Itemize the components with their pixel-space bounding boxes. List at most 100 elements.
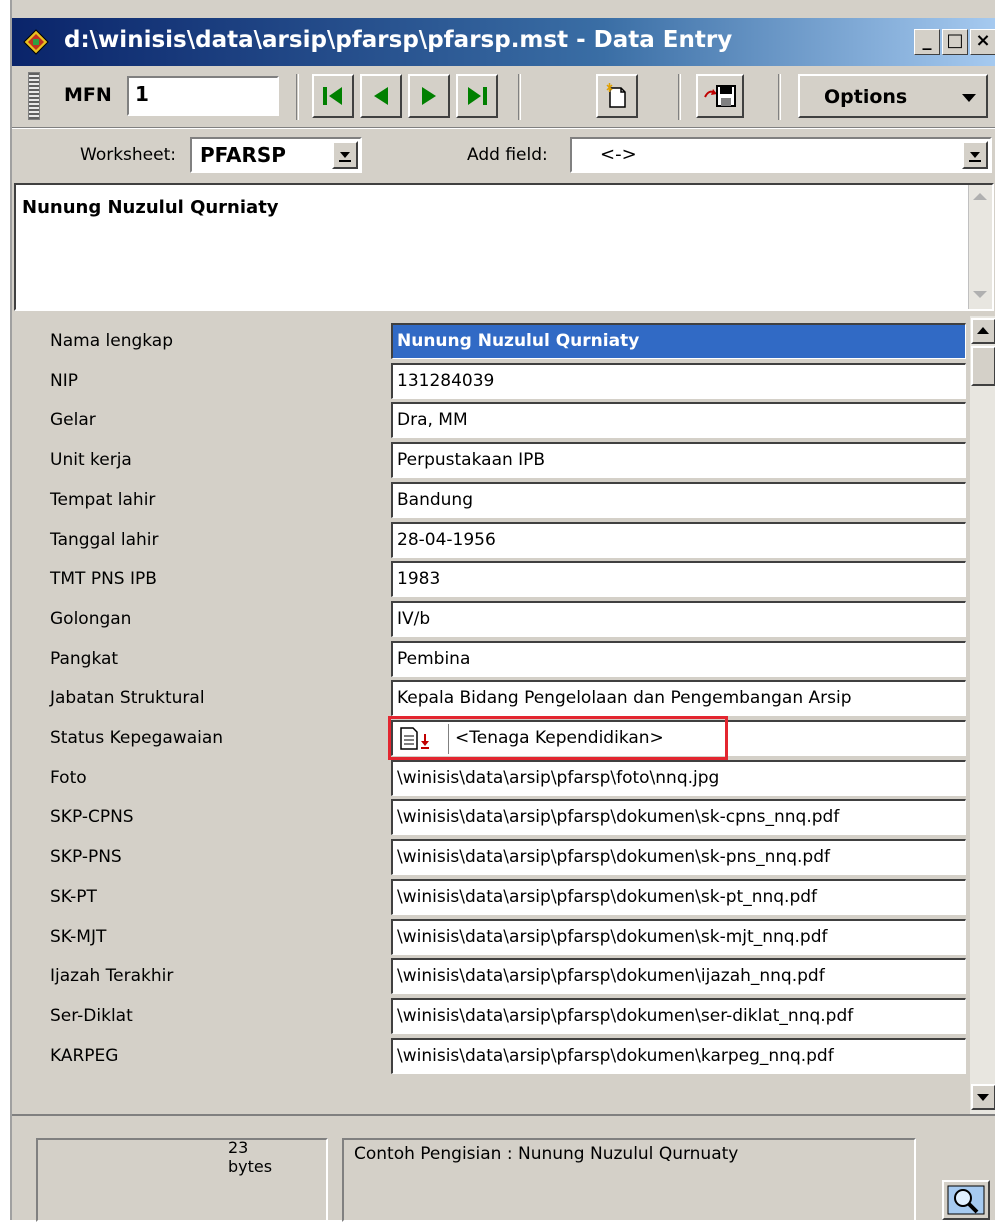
field-label: Nama lengkap: [50, 331, 174, 351]
record-display-text: Nunung Nuzulul Qurniaty: [22, 197, 279, 218]
field-input[interactable]: \winisis\data\arsip\pfarsp\dokumen\ijaza…: [391, 958, 966, 995]
field-label: Pangkat: [50, 648, 119, 669]
save-record-button[interactable]: [696, 74, 744, 118]
record-size: 23 bytes: [228, 1138, 272, 1176]
last-record-button[interactable]: [456, 74, 498, 118]
scroll-thumb[interactable]: [971, 346, 995, 386]
next-record-button[interactable]: [408, 74, 450, 118]
close-button[interactable]: ×: [970, 29, 995, 55]
scroll-up-button[interactable]: [971, 318, 995, 344]
toolbar-separator: [296, 74, 299, 120]
zoom-button[interactable]: [942, 1180, 990, 1220]
field-label: NIP: [50, 370, 78, 391]
scroll-up-icon: [977, 327, 989, 334]
field-value: <Tenaga Kependidikan>: [455, 728, 664, 748]
scroll-down-icon[interactable]: [973, 291, 987, 298]
field-list: Nama lengkap Nunung Nuzulul Qurniaty NIP 13…: [12, 316, 970, 1114]
field-hint-text: Contoh Pengisian : Nunung Nuzulul Qurnua…: [354, 1144, 739, 1164]
field-input[interactable]: \winisis\data\arsip\pfarsp\foto\nnq.jpg: [391, 759, 966, 796]
field-label: Foto: [50, 767, 87, 788]
field-input[interactable]: 131284039: [391, 362, 966, 399]
options-label: Options: [824, 86, 908, 108]
field-label: TMT PNS IPB: [50, 569, 157, 590]
field-label: SKP-CPNS: [50, 807, 134, 828]
data-entry-window: d:\winisis\data\arsip\pfarsp\pfarsp.mst …: [10, 0, 995, 1222]
add-field-dropdown-icon[interactable]: [962, 141, 988, 169]
first-record-button[interactable]: [312, 74, 354, 118]
winisis-app-icon: [23, 29, 49, 55]
field-input[interactable]: Bandung: [391, 481, 966, 518]
field-label: SK-PT: [50, 886, 97, 907]
field-label: Tempat lahir: [50, 489, 156, 510]
record-size-count: 23: [228, 1138, 249, 1157]
chevron-down-icon: [962, 94, 976, 102]
field-label: Status Kepegawaian: [50, 728, 224, 748]
last-record-icon: [468, 87, 487, 105]
display-scrollbar[interactable]: [968, 185, 992, 309]
field-input[interactable]: 28-04-1956: [391, 521, 966, 558]
field-label: Unit kerja: [50, 450, 132, 471]
field-input[interactable]: \winisis\data\arsip\pfarsp\dokumen\sk-pt…: [391, 878, 966, 915]
first-record-icon: [323, 87, 342, 105]
field-input[interactable]: Kepala Bidang Pengelolaan dan Pengembang…: [391, 680, 966, 717]
magnifier-icon: [947, 1185, 985, 1215]
worksheet-row: Worksheet: PFARSP Add field: <->: [12, 128, 995, 180]
field-input[interactable]: \winisis\data\arsip\pfarsp\dokumen\sk-pn…: [391, 839, 966, 876]
field-input[interactable]: \winisis\data\arsip\pfarsp\dokumen\sk-mj…: [391, 918, 966, 955]
field-list-scrollbar[interactable]: [970, 316, 995, 1114]
minimize-button[interactable]: _: [914, 29, 940, 55]
field-label: Golongan: [50, 608, 132, 629]
field-input[interactable]: 1983: [391, 561, 966, 598]
field-label: KARPEG: [50, 1045, 119, 1066]
worksheet-label: Worksheet:: [80, 145, 176, 165]
mfn-input[interactable]: 1: [127, 76, 279, 116]
field-label: Jabatan Struktural: [50, 688, 205, 709]
field-input[interactable]: <Tenaga Kependidikan>: [391, 720, 966, 756]
field-label: Gelar: [50, 410, 96, 431]
add-field-select[interactable]: <->: [570, 137, 992, 173]
new-document-icon: [606, 83, 626, 108]
field-label: Tanggal lahir: [50, 529, 159, 550]
field-label: SKP-PNS: [50, 847, 122, 868]
add-field-value: <->: [600, 144, 637, 165]
field-input[interactable]: Pembina: [391, 640, 966, 677]
save-icon: [704, 85, 736, 107]
toolbar-separator: [678, 74, 681, 120]
field-input[interactable]: \winisis\data\arsip\pfarsp\dokumen\sk-cp…: [391, 799, 966, 836]
field-input[interactable]: \winisis\data\arsip\pfarsp\dokumen\ser-d…: [391, 997, 966, 1034]
record-display-area[interactable]: Nunung Nuzulul Qurniaty: [14, 183, 994, 311]
scroll-up-icon[interactable]: [973, 193, 987, 200]
options-dropdown[interactable]: Options: [798, 74, 988, 118]
field-label: Ijazah Terakhir: [50, 966, 174, 987]
previous-record-icon: [374, 87, 388, 105]
status-bar: 23 bytes Contoh Pengisian : Nunung Nuzul…: [12, 1114, 995, 1222]
field-input-selected[interactable]: Nunung Nuzulul Qurniaty: [391, 323, 966, 359]
worksheet-dropdown-icon[interactable]: [332, 141, 358, 169]
scroll-down-icon: [977, 1094, 989, 1101]
title-bar: d:\winisis\data\arsip\pfarsp\pfarsp.mst …: [12, 18, 995, 66]
toolbar-separator: [518, 74, 521, 120]
field-input[interactable]: Perpustakaan IPB: [391, 442, 966, 479]
new-record-button[interactable]: [596, 74, 638, 118]
add-field-label: Add field:: [467, 145, 548, 165]
worksheet-value: PFARSP: [200, 143, 286, 167]
toolbar: MFN 1 Options: [12, 66, 995, 128]
status-panel-left: [36, 1138, 328, 1222]
picklist-icon[interactable]: [393, 724, 449, 754]
maximize-button[interactable]: □: [942, 29, 968, 55]
toolbar-grip[interactable]: [28, 72, 40, 120]
next-record-icon: [422, 87, 436, 105]
field-input[interactable]: IV/b: [391, 600, 966, 637]
scroll-down-button[interactable]: [971, 1084, 995, 1110]
field-label: Ser-Diklat: [50, 1005, 133, 1026]
document-list-icon: [400, 727, 429, 750]
previous-record-button[interactable]: [360, 74, 402, 118]
field-input[interactable]: \winisis\data\arsip\pfarsp\dokumen\karpe…: [391, 1037, 966, 1074]
toolbar-separator: [778, 74, 781, 120]
field-input[interactable]: Dra, MM: [391, 402, 966, 439]
record-size-unit: bytes: [228, 1157, 273, 1176]
field-label: SK-MJT: [50, 926, 107, 947]
mfn-label: MFN: [64, 84, 112, 106]
worksheet-select[interactable]: PFARSP: [190, 137, 362, 173]
window-title: d:\winisis\data\arsip\pfarsp\pfarsp.mst …: [64, 27, 733, 53]
